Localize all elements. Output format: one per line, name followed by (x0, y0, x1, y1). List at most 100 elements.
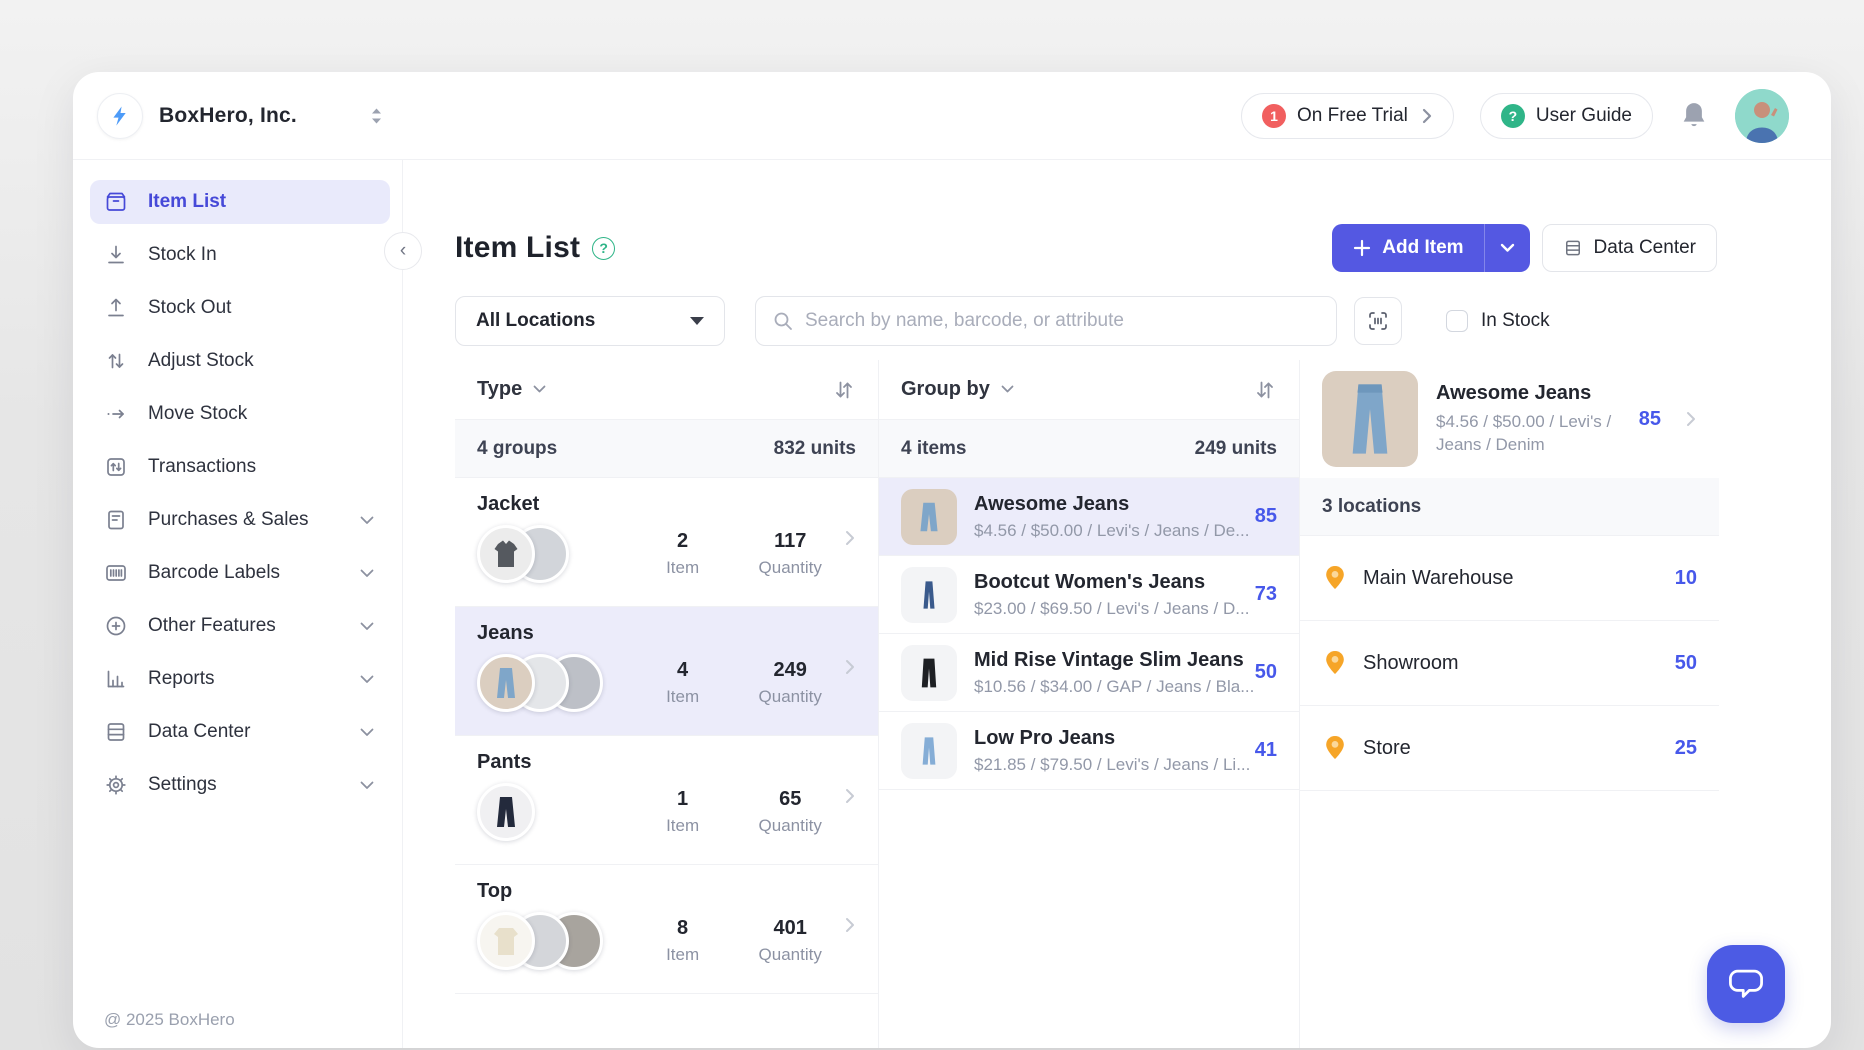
sidebar-item-transactions[interactable]: Transactions (90, 445, 390, 489)
chat-button[interactable] (1707, 945, 1785, 1023)
caret-down-icon (690, 317, 704, 325)
company-name: BoxHero, Inc. (159, 104, 297, 128)
item-row-low-pro-jeans[interactable]: Low Pro Jeans $21.85 / $79.50 / Levi's /… (879, 712, 1299, 790)
chevron-up-down-icon[interactable] (369, 106, 384, 126)
chevron-down-icon (360, 622, 374, 631)
group-quantity-stat: 65 Quantity (736, 788, 844, 836)
pants-thumbnails (477, 783, 629, 841)
sidebar-item-reports[interactable]: Reports (90, 657, 390, 701)
sort-order-icon[interactable] (1253, 378, 1277, 402)
items-count: 4 items (901, 438, 966, 460)
sidebar-item-stock-in[interactable]: Stock In (90, 233, 390, 277)
item-thumbnail (901, 567, 957, 623)
search-input[interactable] (805, 310, 1320, 332)
sidebar-item-barcode-labels[interactable]: Barcode Labels (90, 551, 390, 595)
locations-summary-row: 3 locations (1300, 478, 1719, 536)
user-avatar[interactable] (1735, 89, 1789, 143)
page-title: Item List (455, 231, 580, 265)
sidebar-item-item-list[interactable]: Item List (90, 180, 390, 224)
chevron-down-icon (533, 385, 546, 394)
sidebar-collapse-button[interactable]: ‹ (384, 232, 422, 270)
location-filter-select[interactable]: All Locations (455, 296, 725, 346)
sidebar-item-other-features[interactable]: Other Features (90, 604, 390, 648)
location-filter-value: All Locations (476, 310, 595, 332)
group-row-top[interactable]: Top 8 Item (455, 865, 878, 994)
boxhero-logo-icon (97, 93, 143, 139)
map-pin-icon (1322, 649, 1348, 677)
groups-count: 4 groups (477, 438, 557, 460)
user-guide-label: User Guide (1536, 105, 1632, 127)
transactions-icon (104, 455, 128, 479)
group-row-jacket[interactable]: Jacket 2 Item 117 (455, 478, 878, 607)
item-quantity: 41 (1255, 739, 1277, 762)
search-icon (772, 310, 794, 332)
notifications-button[interactable] (1679, 100, 1709, 132)
top-bar: BoxHero, Inc. 1 On Free Trial ? User Gui… (73, 72, 1831, 160)
data-center-button[interactable]: Data Center (1542, 224, 1717, 272)
help-circle-icon: ? (1501, 104, 1525, 128)
sidebar-item-data-center[interactable]: Data Center (90, 710, 390, 754)
free-trial-button[interactable]: 1 On Free Trial (1241, 93, 1454, 139)
group-quantity-stat: 401 Quantity (736, 917, 844, 965)
group-item-stat: 8 Item (629, 917, 737, 965)
detail-item-attributes: $4.56 / $50.00 / Levi's / Jeans / Denim (1436, 411, 1621, 457)
barcode-scan-button[interactable] (1354, 297, 1402, 345)
jeans-thumbnails (477, 654, 629, 712)
items-group-by-selector[interactable]: Group by (901, 378, 1014, 401)
search-box (755, 296, 1337, 346)
chevron-down-icon (360, 675, 374, 684)
chevron-right-icon (844, 654, 856, 712)
database-icon (104, 720, 128, 744)
sidebar-item-move-stock[interactable]: Move Stock (90, 392, 390, 436)
add-item-button[interactable]: Add Item (1332, 224, 1483, 272)
plus-circle-icon (104, 614, 128, 638)
groups-summary-row: 4 groups 832 units (455, 420, 878, 478)
detail-item-quantity: 85 (1639, 408, 1661, 431)
company-switcher[interactable]: BoxHero, Inc. (97, 93, 384, 139)
item-row-mid-rise-vintage-slim-jeans[interactable]: Mid Rise Vintage Slim Jeans $10.56 / $34… (879, 634, 1299, 712)
user-guide-button[interactable]: ? User Guide (1480, 93, 1653, 139)
trial-badge-count: 1 (1270, 108, 1278, 124)
item-quantity: 73 (1255, 583, 1277, 606)
location-quantity: 25 (1675, 737, 1697, 760)
location-row-main-warehouse[interactable]: Main Warehouse 10 (1300, 536, 1719, 621)
page-help-icon[interactable]: ? (592, 237, 615, 260)
chevron-right-icon (844, 783, 856, 841)
group-item-stat: 4 Item (629, 659, 737, 707)
sidebar-item-stock-out[interactable]: Stock Out (90, 286, 390, 330)
location-row-store[interactable]: Store 25 (1300, 706, 1719, 791)
sidebar-item-settings[interactable]: Settings (90, 763, 390, 807)
scan-icon (1366, 309, 1390, 333)
bell-icon (1679, 100, 1709, 132)
add-item-dropdown-button[interactable] (1484, 224, 1530, 272)
document-icon (104, 508, 128, 532)
gear-icon (104, 773, 128, 797)
in-stock-checkbox[interactable] (1446, 310, 1468, 332)
trial-badge-icon: 1 (1262, 104, 1286, 128)
filter-row: All Locations In Stock (455, 296, 1831, 346)
item-row-bootcut-womens-jeans[interactable]: Bootcut Women's Jeans $23.00 / $69.50 / … (879, 556, 1299, 634)
item-row-awesome-jeans[interactable]: Awesome Jeans $4.56 / $50.00 / Levi's / … (879, 478, 1299, 556)
chevron-down-icon (360, 728, 374, 737)
sidebar-item-adjust-stock[interactable]: Adjust Stock (90, 339, 390, 383)
detail-item-summary[interactable]: Awesome Jeans $4.56 / $50.00 / Levi's / … (1300, 360, 1719, 478)
move-stock-icon (104, 402, 128, 426)
group-row-jeans[interactable]: Jeans 4 Item (455, 607, 878, 736)
chevron-down-icon (1500, 243, 1515, 253)
adjust-stock-icon (104, 349, 128, 373)
sidebar-item-purchases-sales[interactable]: Purchases & Sales (90, 498, 390, 542)
chevron-right-icon (1685, 410, 1697, 428)
group-row-pants[interactable]: Pants 1 Item 65 Quant (455, 736, 878, 865)
locations-count: 3 locations (1322, 496, 1421, 518)
group-item-stat: 2 Item (629, 530, 737, 578)
location-row-showroom[interactable]: Showroom 50 (1300, 621, 1719, 706)
in-stock-filter[interactable]: In Stock (1446, 310, 1550, 332)
detail-panel: Awesome Jeans $4.56 / $50.00 / Levi's / … (1299, 360, 1719, 1048)
app-window: BoxHero, Inc. 1 On Free Trial ? User Gui… (73, 72, 1831, 1048)
sort-order-icon[interactable] (832, 378, 856, 402)
copyright-text: @ 2025 BoxHero (104, 1010, 235, 1030)
top-thumbnails (477, 912, 629, 970)
chevron-right-icon (1421, 107, 1433, 125)
group-by-field-selector[interactable]: Type (477, 378, 546, 401)
map-pin-icon (1322, 564, 1348, 592)
